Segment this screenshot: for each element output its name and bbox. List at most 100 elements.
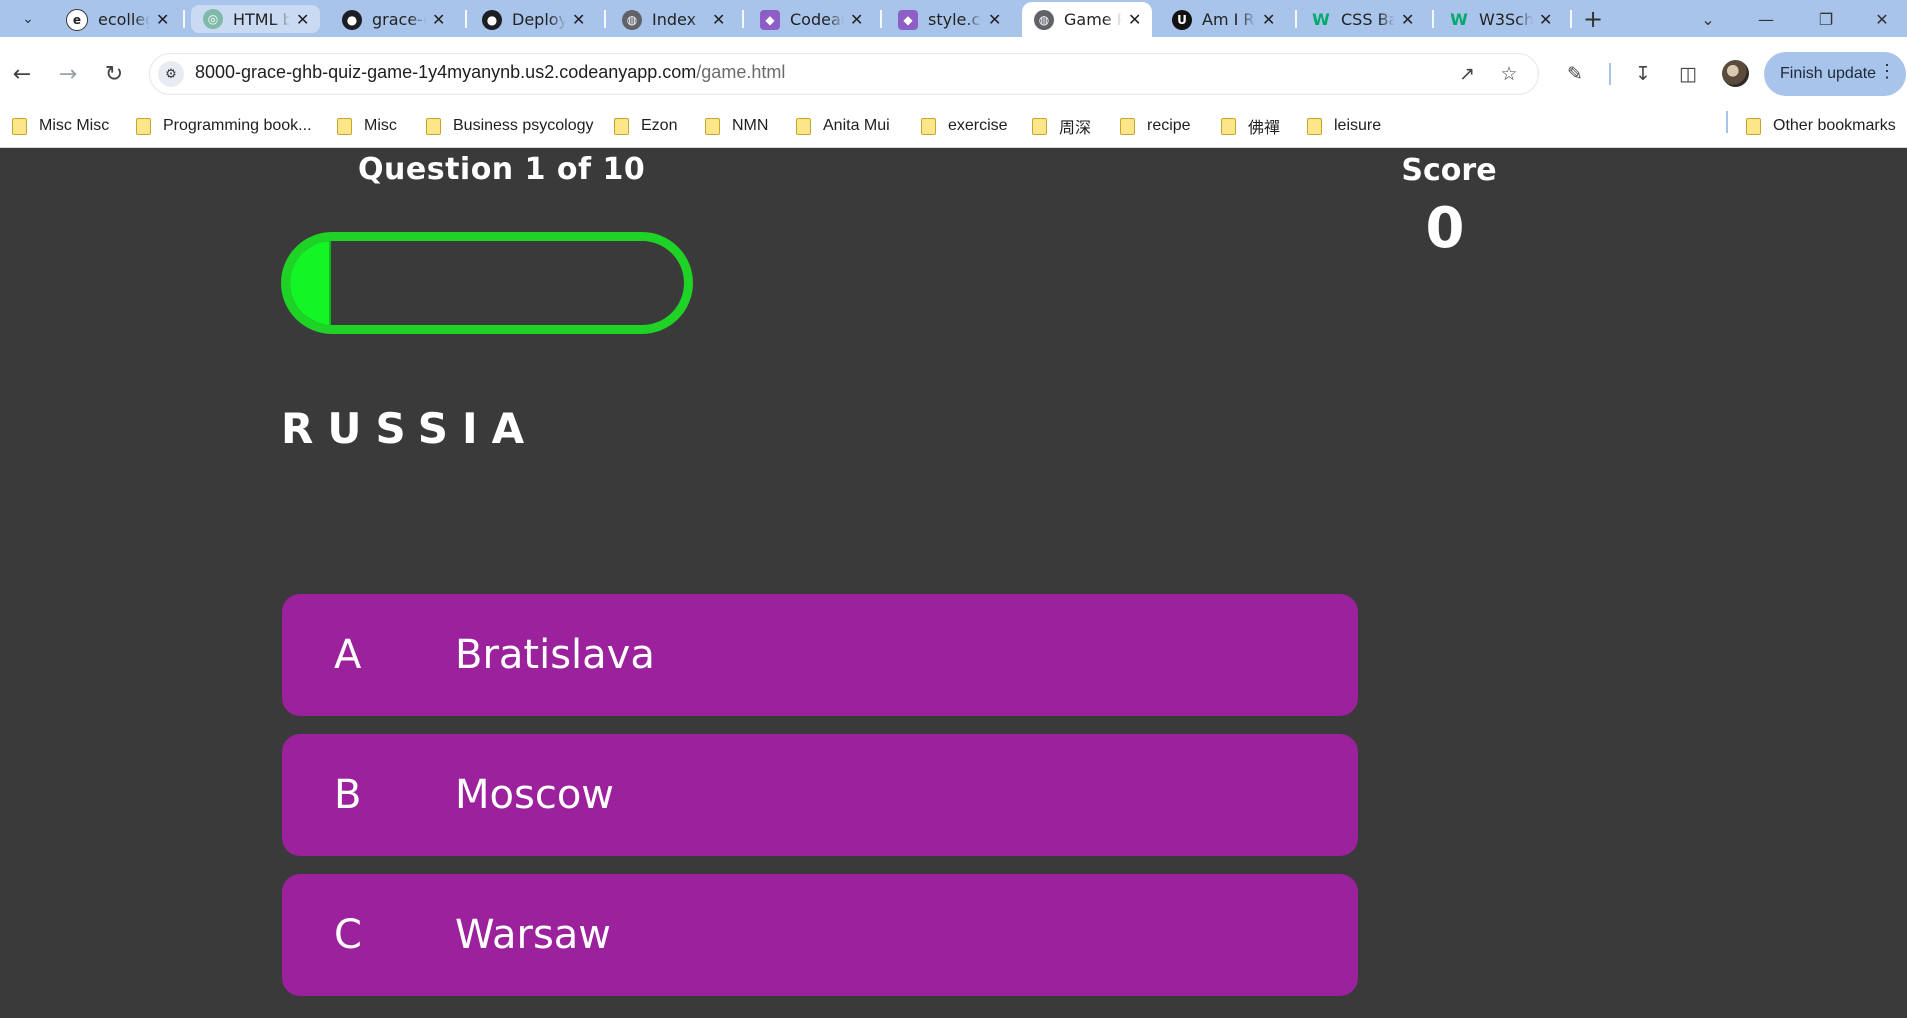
tab-deploy[interactable]: ● Deploy ✕ [470, 2, 596, 37]
bookmark-folder[interactable]: 佛禪 [1221, 110, 1280, 142]
tab-index[interactable]: ◍ Index ✕ [610, 2, 736, 37]
score-value: 0 [1425, 196, 1465, 261]
choice-a-button[interactable]: A Bratislava [282, 594, 1358, 716]
site-info-icon[interactable]: ⚙ [158, 61, 184, 87]
tab-game-page-active[interactable]: ◍ Game P ✕ [1022, 2, 1152, 37]
tab-title: Codean [790, 10, 844, 29]
tab-search-chevron-icon[interactable]: ⌄ [10, 5, 46, 33]
finish-update-button[interactable]: Finish update ⋮ [1764, 52, 1906, 96]
reload-icon[interactable]: ↻ [98, 58, 130, 90]
toolbar-divider [1609, 63, 1611, 85]
choice-c-button[interactable]: C Warsaw [282, 874, 1358, 996]
window-close-icon[interactable]: ✕ [1862, 4, 1902, 34]
question-counter: Question 1 of 10 [358, 152, 646, 187]
globe-icon: ◍ [1034, 9, 1054, 30]
bookmark-folder[interactable]: recipe [1120, 110, 1191, 142]
minimize-icon[interactable]: — [1746, 4, 1786, 34]
tab-style-css[interactable]: ◆ style.css ✕ [886, 2, 1012, 37]
forward-arrow-icon[interactable]: → [52, 58, 84, 90]
bookmark-folder[interactable]: 周深 [1032, 110, 1091, 142]
bookmark-folder[interactable]: Ezon [614, 110, 677, 142]
bookmark-label: 佛禪 [1248, 120, 1281, 137]
close-tab-icon[interactable]: ✕ [1539, 10, 1553, 29]
bookmark-folder[interactable]: Misc Misc [12, 110, 109, 142]
bookmark-label: NMN [732, 117, 769, 134]
tab-codeanywhere[interactable]: ◆ Codean ✕ [748, 2, 874, 37]
amiresponsive-icon: U [1172, 9, 1192, 30]
bookmark-folder[interactable]: Misc [337, 110, 397, 142]
close-tab-icon[interactable]: ✕ [712, 10, 726, 29]
tab-title: grace-g [372, 10, 426, 29]
tab-title: Deploy [512, 10, 566, 29]
folder-icon [921, 117, 936, 135]
back-arrow-icon[interactable]: ← [6, 58, 38, 90]
bookmark-folder[interactable]: Anita Mui [796, 110, 890, 142]
bookmark-star-icon[interactable]: ☆ [1495, 60, 1523, 88]
bookmark-label: leisure [1334, 117, 1382, 134]
profile-avatar[interactable] [1722, 60, 1749, 87]
choice-b-button[interactable]: B Moscow [282, 734, 1358, 856]
url-path: /game.html [696, 62, 786, 82]
bookmarks-divider [1726, 111, 1728, 133]
side-panel-icon[interactable]: ◫ [1672, 58, 1704, 90]
close-tab-icon[interactable]: ✕ [572, 10, 586, 29]
bookmark-label: Anita Mui [823, 117, 890, 134]
tab-title: Game P [1064, 10, 1122, 29]
bookmark-folder[interactable]: leisure [1307, 110, 1381, 142]
bookmark-label: 周深 [1059, 120, 1092, 137]
close-tab-icon[interactable]: ✕ [988, 10, 1002, 29]
tab-list-chevron-icon[interactable]: ⌄ [1688, 4, 1728, 34]
close-tab-icon[interactable]: ✕ [1262, 10, 1276, 29]
new-tab-plus-icon[interactable]: + [1578, 4, 1608, 34]
folder-icon [614, 117, 629, 135]
progress-bar [281, 232, 693, 334]
folder-icon [426, 117, 441, 135]
tab-title: W3Scho [1479, 10, 1533, 29]
more-menu-icon: ⋮ [1878, 61, 1896, 81]
github-icon: ● [342, 9, 362, 30]
url-text[interactable]: 8000-grace-ghb-quiz-game-1y4myanynb.us2.… [195, 62, 785, 83]
bookmark-label: recipe [1147, 117, 1191, 134]
tab-grace-github[interactable]: ● grace-g ✕ [330, 2, 456, 37]
close-tab-icon[interactable]: ✕ [432, 10, 446, 29]
other-bookmarks-label: Other bookmarks [1773, 117, 1896, 134]
w3schools-icon: W [1312, 10, 1330, 29]
folder-icon [12, 117, 27, 135]
score-label: Score [1401, 153, 1497, 188]
codeanywhere-icon: ◆ [898, 9, 918, 30]
tab-html[interactable]: ◎ HTML b ✕ [191, 5, 320, 33]
download-icon[interactable]: ↧ [1627, 58, 1659, 90]
bookmark-folder[interactable]: Programming book... [136, 110, 312, 142]
close-tab-icon[interactable]: ✕ [1401, 10, 1415, 29]
bookmark-label: Ezon [641, 117, 678, 134]
codeanywhere-icon: ◆ [760, 9, 780, 30]
choice-prefix: C [334, 912, 362, 958]
folder-icon [1032, 117, 1047, 135]
share-icon[interactable]: ↗ [1453, 60, 1481, 88]
extensions-icon[interactable]: ✎ [1559, 58, 1591, 90]
github-icon: ● [482, 9, 502, 30]
close-tab-icon[interactable]: ✕ [850, 10, 864, 29]
bookmark-label: Misc Misc [39, 117, 110, 134]
globe-icon: ◍ [622, 9, 642, 30]
tab-ecollege[interactable]: e ecollege ✕ [54, 2, 180, 37]
choice-text: Moscow [455, 772, 615, 818]
tab-w3schools[interactable]: W W3Scho ✕ [1437, 2, 1563, 37]
tab-am-i-responsive[interactable]: U Am I Re ✕ [1160, 2, 1286, 37]
bookmark-folder[interactable]: NMN [705, 110, 768, 142]
tab-title: CSS Bac [1341, 10, 1395, 29]
bookmark-label: exercise [948, 117, 1008, 134]
tab-title: Index [652, 10, 697, 29]
choice-prefix: A [334, 632, 362, 678]
restore-icon[interactable]: ❐ [1806, 4, 1846, 34]
close-tab-icon[interactable]: ✕ [156, 10, 170, 29]
close-tab-icon[interactable]: ✕ [296, 10, 310, 29]
url-host: 8000-grace-ghb-quiz-game-1y4myanynb.us2.… [195, 62, 697, 82]
bookmark-folder[interactable]: exercise [921, 110, 1008, 142]
tab-css-background[interactable]: W CSS Bac ✕ [1299, 2, 1425, 37]
close-tab-icon[interactable]: ✕ [1128, 10, 1142, 29]
other-bookmarks[interactable]: Other bookmarks [1746, 110, 1896, 142]
tab-title: Am I Re [1202, 10, 1256, 29]
chatgpt-icon: ◎ [203, 9, 223, 29]
bookmark-folder[interactable]: Business psycology [426, 110, 594, 142]
